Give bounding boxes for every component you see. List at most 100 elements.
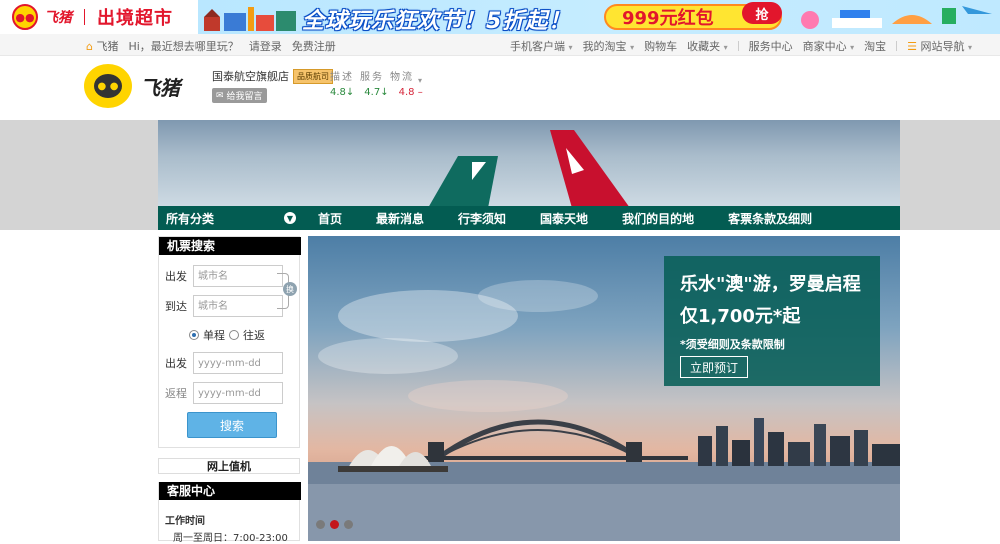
top-nav: ⌂ 飞猪 Hi，最近想去哪里玩？ 请登录 免费注册 手机客户端 ▾ 我的淘宝 ▾… bbox=[0, 34, 1000, 56]
depart-city-input[interactable] bbox=[193, 265, 283, 287]
cathay-green-tail-icon bbox=[428, 156, 498, 208]
roundtrip-radio[interactable] bbox=[229, 330, 239, 340]
carousel-dot-active[interactable] bbox=[330, 520, 339, 529]
fliggy-logo[interactable]: ● ● 飞猪 bbox=[84, 64, 180, 108]
promo-title: 乐水"澳"游，罗曼启程 bbox=[680, 274, 861, 295]
trip-type: 单程 往返 bbox=[189, 327, 265, 343]
promo-brand[interactable]: ●● 飞猪 出境超市 bbox=[0, 0, 198, 34]
flight-search-panel: 机票搜索 出发 到达 换 单程 往返 出发 返程 搜索 bbox=[158, 236, 301, 448]
flight-search-title: 机票搜索 bbox=[159, 237, 301, 255]
nav-latest-news[interactable]: 最新消息 bbox=[362, 210, 424, 227]
top-nav-left: ⌂ 飞猪 Hi，最近想去哪里玩？ 请登录 免费注册 bbox=[86, 38, 336, 54]
hero-image bbox=[158, 120, 900, 208]
customer-service-title: 客服中心 bbox=[159, 482, 301, 500]
favorites-link[interactable]: 收藏夹 ▾ bbox=[687, 38, 728, 54]
grab-coupon-button[interactable]: 抢 bbox=[742, 2, 782, 24]
carousel-dot[interactable] bbox=[316, 520, 325, 529]
service-center-link[interactable]: 服务中心 bbox=[749, 38, 793, 54]
shop-header: ● ● 飞猪 国泰航空旗舰店 品质航司 ✉ 给我留言 描述 服务 物流 4.8↓… bbox=[0, 56, 1000, 120]
rating-value-service: 4.7↓ bbox=[364, 87, 389, 98]
oneway-radio[interactable] bbox=[189, 330, 199, 340]
login-link[interactable]: 请登录 bbox=[249, 38, 282, 54]
divider bbox=[84, 9, 85, 25]
depart-date-input[interactable] bbox=[193, 352, 283, 374]
search-button[interactable]: 搜索 bbox=[187, 412, 277, 438]
return-date-input[interactable] bbox=[193, 382, 283, 404]
promo-box: 乐水"澳"游，罗曼启程 仅1,700元*起 *须受细则及条款限制 立即预订 bbox=[664, 256, 880, 386]
promo-brand-sub: 出境超市 bbox=[97, 8, 173, 29]
cart-link[interactable]: 购物车 bbox=[644, 38, 677, 54]
seller-center-link[interactable]: 商家中心 ▾ bbox=[803, 38, 855, 54]
nav-home[interactable]: 首页 bbox=[304, 210, 342, 227]
home-link[interactable]: ⌂ 飞猪 bbox=[86, 38, 118, 54]
cathay-red-tail-icon bbox=[550, 130, 630, 208]
nav-ticket-terms[interactable]: 客票条款及细则 bbox=[714, 210, 812, 227]
shop-ratings[interactable]: 描述 服务 物流 4.8↓ 4.7↓ 4.8 – ▾ bbox=[330, 68, 423, 98]
depart-city-label: 出发 bbox=[165, 270, 187, 283]
leave-message-button[interactable]: ✉ 给我留言 bbox=[212, 88, 267, 103]
quality-badge: 品质航司 bbox=[293, 68, 333, 84]
online-checkin-button[interactable]: 网上值机 bbox=[158, 458, 300, 474]
roundtrip-label: 往返 bbox=[243, 329, 265, 342]
rating-label-description: 描述 bbox=[330, 72, 354, 83]
nav-destinations[interactable]: 我们的目的地 bbox=[608, 210, 694, 227]
store-info: 国泰航空旗舰店 品质航司 ✉ 给我留言 bbox=[212, 68, 333, 103]
chevron-down-icon: ▾ bbox=[967, 43, 972, 52]
carousel-dots bbox=[316, 520, 353, 529]
coupon-text: 999元红包 bbox=[622, 8, 714, 29]
swap-cities-button[interactable]: 换 bbox=[283, 282, 297, 296]
arrive-city-row: 到达 bbox=[165, 295, 283, 317]
promo-price: 仅1,700元*起 bbox=[680, 306, 801, 327]
store-name[interactable]: 国泰航空旗舰店 bbox=[212, 68, 289, 84]
home-icon: ⌂ bbox=[86, 40, 93, 53]
travel-deco-icon bbox=[801, 6, 992, 29]
rating-label-service: 服务 bbox=[360, 72, 384, 83]
nav-cathay-world[interactable]: 国泰天地 bbox=[526, 210, 588, 227]
all-categories-menu[interactable]: 所有分类 ▼ bbox=[158, 210, 304, 227]
category-bar: 所有分类 ▼ 首页 最新消息 行李须知 国泰天地 我们的目的地 客票条款及细则 bbox=[158, 206, 900, 230]
chevron-down-icon: ▾ bbox=[568, 43, 573, 52]
menu-icon: ☰ bbox=[907, 40, 917, 53]
pig-logo-icon: ●● bbox=[12, 4, 38, 30]
depart-city-row: 出发 bbox=[165, 265, 283, 287]
promo-headline: 全球玩乐狂欢节！5折起！ bbox=[302, 9, 572, 34]
divider bbox=[737, 41, 739, 51]
depart-date-row: 出发 bbox=[165, 352, 283, 374]
return-date-row: 返程 bbox=[165, 382, 283, 404]
customer-service-panel: 客服中心 工作时间 周一至周日：7:00-23:00 bbox=[158, 482, 301, 544]
top-nav-right: 手机客户端 ▾ 我的淘宝 ▾ 购物车 收藏夹 ▾ 服务中心 商家中心 ▾ 淘宝 … bbox=[510, 38, 972, 54]
promo-brand-name: 飞猪 bbox=[44, 10, 72, 26]
divider bbox=[896, 41, 898, 51]
hours-text: 周一至周日：7:00-23:00 bbox=[173, 533, 288, 544]
book-now-button[interactable]: 立即预订 bbox=[680, 356, 748, 378]
arrive-city-input[interactable] bbox=[193, 295, 283, 317]
logo-text: 飞猪 bbox=[140, 75, 180, 100]
site-nav-link[interactable]: ☰ 网站导航 ▾ bbox=[907, 38, 972, 54]
chevron-down-icon: ▼ bbox=[284, 212, 296, 224]
rating-label-logistics: 物流 bbox=[390, 72, 414, 83]
hours-title: 工作时间 bbox=[165, 516, 205, 527]
chevron-down-icon: ▾ bbox=[850, 43, 855, 52]
carousel-dot[interactable] bbox=[344, 520, 353, 529]
promo-note: *须受细则及条款限制 bbox=[680, 338, 785, 351]
rating-value-logistics: 4.8 – bbox=[398, 87, 423, 98]
chevron-down-icon: ▾ bbox=[630, 43, 635, 52]
promo-banner[interactable]: ●● 飞猪 出境超市 全球玩乐狂欢节！5折起！ 999元红包 抢 bbox=[0, 0, 1000, 34]
depart-date-label: 出发 bbox=[165, 357, 187, 370]
city-illustration-icon bbox=[204, 7, 296, 31]
message-icon: ✉ bbox=[216, 90, 224, 101]
taobao-link[interactable]: 淘宝 bbox=[864, 38, 886, 54]
arrive-city-label: 到达 bbox=[165, 300, 187, 313]
return-date-label: 返程 bbox=[165, 387, 187, 400]
register-link[interactable]: 免费注册 bbox=[292, 38, 336, 54]
sydney-banner[interactable]: 乐水"澳"游，罗曼启程 仅1,700元*起 *须受细则及条款限制 立即预订 bbox=[308, 236, 900, 541]
greeting-text: Hi，最近想去哪里玩？ bbox=[128, 40, 239, 53]
chevron-down-icon: ▾ bbox=[723, 43, 728, 52]
chevron-down-icon[interactable]: ▾ bbox=[418, 76, 422, 85]
pig-logo-icon: ● ● bbox=[84, 64, 132, 108]
oneway-label: 单程 bbox=[203, 329, 225, 342]
rating-value-description: 4.8↓ bbox=[330, 87, 355, 98]
mobile-client-link[interactable]: 手机客户端 ▾ bbox=[510, 38, 573, 54]
nav-baggage[interactable]: 行李须知 bbox=[444, 210, 506, 227]
my-taobao-link[interactable]: 我的淘宝 ▾ bbox=[583, 38, 635, 54]
